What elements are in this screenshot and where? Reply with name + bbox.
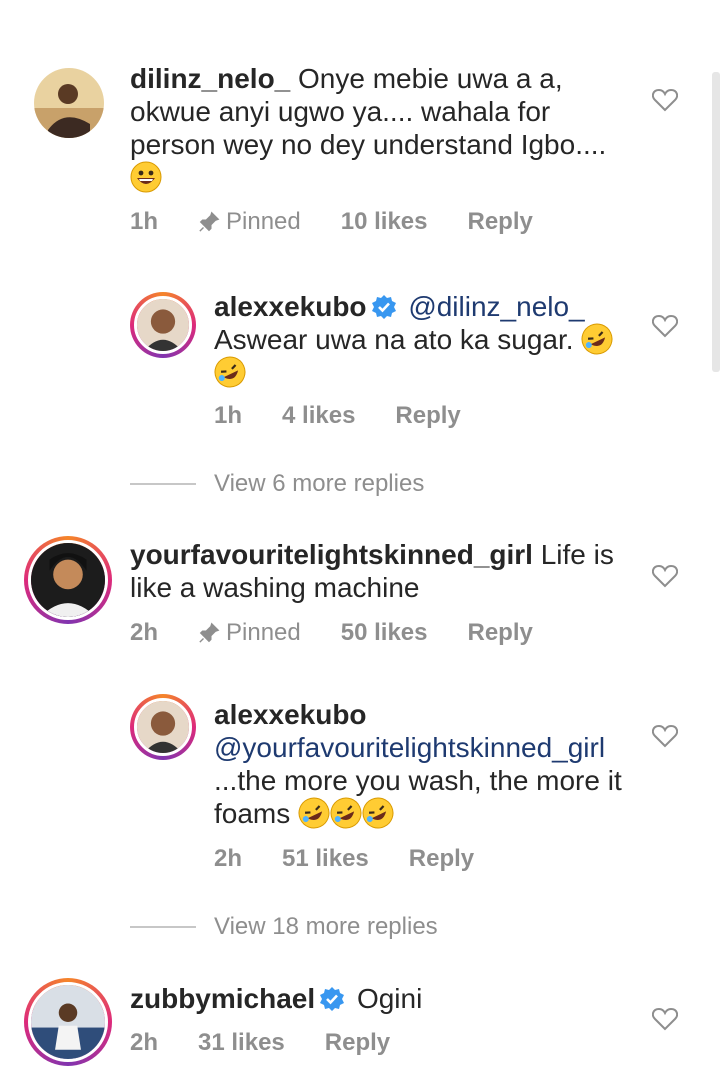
heart-icon[interactable] bbox=[652, 314, 678, 338]
view-more-label[interactable]: View 18 more replies bbox=[214, 913, 438, 941]
pinned-indicator: Pinned bbox=[198, 619, 301, 647]
rolling-laughing-emoji bbox=[362, 797, 394, 829]
comment-username[interactable]: yourfavouritelightskinned_girl bbox=[130, 539, 533, 570]
pin-icon bbox=[199, 622, 220, 643]
grinning-face-emoji bbox=[130, 161, 162, 193]
avatar[interactable] bbox=[130, 694, 196, 760]
reply-button[interactable]: Reply bbox=[468, 208, 533, 236]
comment-username[interactable]: dilinz_nelo_ bbox=[130, 63, 290, 94]
rolling-laughing-emoji bbox=[298, 797, 330, 829]
comment-username[interactable]: zubbymichael bbox=[130, 983, 315, 1014]
view-more-replies[interactable]: View 18 more replies bbox=[130, 913, 438, 941]
mention-link[interactable]: @yourfavouritelightskinned_girl bbox=[214, 732, 605, 763]
likes-count[interactable]: 51 likes bbox=[282, 845, 369, 873]
avatar-photo bbox=[34, 68, 104, 138]
likes-count[interactable]: 50 likes bbox=[341, 619, 428, 647]
pin-icon bbox=[199, 211, 220, 232]
divider bbox=[130, 483, 196, 485]
scrollbar[interactable] bbox=[712, 72, 720, 372]
reply-button[interactable]: Reply bbox=[395, 402, 460, 430]
comment-time: 2h bbox=[214, 845, 243, 872]
comment-text: Aswear uwa na ato ka sugar. bbox=[214, 324, 574, 355]
likes-count[interactable]: 10 likes bbox=[341, 208, 428, 236]
rolling-laughing-emoji bbox=[214, 356, 246, 388]
reply-button[interactable]: Reply bbox=[409, 845, 474, 873]
verified-badge-icon bbox=[371, 294, 397, 320]
comment-time: 2h bbox=[130, 619, 159, 646]
avatar-photo bbox=[31, 543, 105, 617]
avatar-photo bbox=[137, 299, 189, 351]
comment-time: 1h bbox=[214, 402, 243, 429]
rolling-laughing-emoji bbox=[330, 797, 362, 829]
comment-time: 2h bbox=[130, 1029, 159, 1056]
avatar[interactable] bbox=[34, 68, 104, 138]
likes-count[interactable]: 31 likes bbox=[198, 1029, 285, 1057]
comment-text: ...the more you wash, the more it foams bbox=[214, 765, 622, 829]
view-more-label[interactable]: View 6 more replies bbox=[214, 470, 424, 498]
avatar-photo bbox=[137, 701, 189, 753]
heart-icon[interactable] bbox=[652, 724, 678, 748]
pinned-label: Pinned bbox=[226, 619, 301, 646]
comment-username[interactable]: alexxekubo bbox=[214, 699, 367, 730]
comment-text: Ogini bbox=[356, 983, 423, 1014]
comment-time: 1h bbox=[130, 208, 159, 235]
pinned-indicator: Pinned bbox=[198, 208, 301, 236]
reply-button[interactable]: Reply bbox=[325, 1029, 390, 1057]
comment-username[interactable]: alexxekubo bbox=[214, 291, 367, 322]
reply-button[interactable]: Reply bbox=[468, 619, 533, 647]
likes-count[interactable]: 4 likes bbox=[282, 402, 355, 430]
view-more-replies[interactable]: View 6 more replies bbox=[130, 470, 424, 498]
heart-icon[interactable] bbox=[652, 564, 678, 588]
pinned-label: Pinned bbox=[226, 208, 301, 235]
avatar-photo bbox=[31, 985, 105, 1059]
heart-icon[interactable] bbox=[652, 88, 678, 112]
divider bbox=[130, 926, 196, 928]
avatar[interactable] bbox=[24, 536, 112, 624]
avatar[interactable] bbox=[130, 292, 196, 358]
rolling-laughing-emoji bbox=[581, 323, 613, 355]
verified-badge-icon bbox=[319, 986, 345, 1012]
heart-icon[interactable] bbox=[652, 1007, 678, 1031]
mention-link[interactable]: @dilinz_nelo_ bbox=[408, 291, 584, 322]
avatar[interactable] bbox=[24, 978, 112, 1066]
